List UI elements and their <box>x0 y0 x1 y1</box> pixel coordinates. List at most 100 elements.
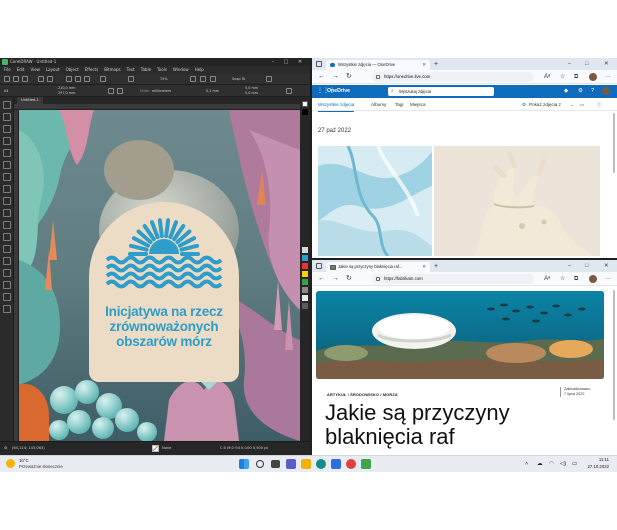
swatch-blue[interactable] <box>302 255 308 261</box>
zoom-level[interactable]: 75% <box>160 77 168 82</box>
swatch-black[interactable] <box>302 109 308 115</box>
connector-tool-icon[interactable] <box>3 233 11 241</box>
menu-layout[interactable]: Layout <box>46 66 60 74</box>
tab-article[interactable]: Jakie są przyczyny blaknięcia raf... ✕ <box>326 262 430 272</box>
chat-icon[interactable] <box>286 459 296 469</box>
battery-icon[interactable]: ▭ <box>572 460 577 468</box>
favorites-star-icon[interactable]: ☆ <box>560 274 565 284</box>
show-photos-from-dropdown[interactable]: Pokaż zdjęcia z <box>529 98 561 111</box>
publish-pdf-icon[interactable] <box>100 76 106 82</box>
snap-to-dropdown[interactable]: Snap To <box>232 77 245 82</box>
maximize-button[interactable]: □ <box>585 60 588 68</box>
import-icon[interactable] <box>75 76 81 82</box>
swatch-yellow[interactable] <box>302 271 308 277</box>
zoom-tool-icon[interactable] <box>3 137 11 145</box>
tab-all-photos[interactable]: Wszystkie zdjęcia <box>318 98 355 112</box>
new-tab-button[interactable]: + <box>434 60 438 70</box>
tab-tags[interactable]: Tagi <box>395 98 403 111</box>
swatch-white[interactable] <box>302 295 308 301</box>
pick-tool-icon[interactable] <box>3 101 11 109</box>
menu-window[interactable]: Window <box>173 66 189 74</box>
photo-search-input[interactable]: ⌕ Wyszukaj zdjęcia <box>388 87 494 96</box>
freehand-tool-icon[interactable] <box>3 149 11 157</box>
menu-table[interactable]: Table <box>141 66 151 74</box>
refresh-icon[interactable]: ↻ <box>346 72 352 82</box>
swatch-green[interactable] <box>302 279 308 285</box>
tab-onedrive[interactable]: Wszystkie zdjęcia — OneDrive ✕ <box>326 60 430 70</box>
tab-albums[interactable]: Albumy <box>371 98 386 111</box>
export-icon[interactable] <box>84 76 90 82</box>
photo-thumbnail-white-coral[interactable] <box>434 146 600 256</box>
start-windows-icon[interactable] <box>239 459 249 469</box>
swatch-light-gray[interactable] <box>302 247 308 253</box>
microsoft-store-icon[interactable] <box>331 459 341 469</box>
refresh-icon[interactable]: ↻ <box>346 274 352 284</box>
undo-icon[interactable] <box>38 76 44 82</box>
forward-arrow-icon[interactable]: → <box>332 274 339 284</box>
rectangle-tool-icon[interactable] <box>3 173 11 181</box>
show-hidden-icons-chevron-icon[interactable]: ˄ <box>525 460 528 468</box>
landscape-icon[interactable] <box>117 88 123 94</box>
drop-shadow-tool-icon[interactable] <box>3 245 11 253</box>
fill-none-icon[interactable] <box>152 445 159 452</box>
menu-effects[interactable]: Effects <box>85 66 99 74</box>
maximize-button[interactable]: □ <box>281 58 291 66</box>
clock[interactable]: 11:11 27.10.2022 <box>587 457 609 470</box>
show-grid-icon[interactable] <box>210 76 216 82</box>
close-tab-icon[interactable]: ✕ <box>422 60 426 70</box>
document-tab[interactable]: Untitled-1 <box>17 97 43 104</box>
onedrive-brand[interactable]: OneDrive <box>327 85 350 98</box>
menu-help[interactable]: Help <box>195 66 204 74</box>
volume-icon[interactable]: ◁) <box>560 460 566 468</box>
shape-tool-icon[interactable] <box>3 113 11 121</box>
chevron-down-icon[interactable]: ⌄ <box>570 98 574 111</box>
photo-thumbnail-water[interactable] <box>318 146 432 256</box>
nudge-field[interactable]: 0,1 mm <box>206 89 219 94</box>
units-dropdown[interactable]: millimeters <box>152 89 171 94</box>
premium-diamond-icon[interactable]: ◆ <box>564 88 568 95</box>
menu-view[interactable]: View <box>30 66 40 74</box>
app-launcher-icon[interactable] <box>128 76 134 82</box>
info-icon[interactable]: ⓘ <box>597 98 602 111</box>
menu-edit[interactable]: Edit <box>17 66 25 74</box>
save-icon[interactable] <box>22 76 28 82</box>
swatch-dark-gray[interactable] <box>302 303 308 309</box>
full-screen-icon[interactable] <box>190 76 196 82</box>
parallel-dimension-tool-icon[interactable] <box>3 221 11 229</box>
address-bar[interactable]: https://fabrikam.com <box>372 274 534 284</box>
show-rulers-icon[interactable] <box>200 76 206 82</box>
page-height-field[interactable]: 297,0 mm <box>58 91 75 96</box>
edge-browser-icon[interactable] <box>316 459 326 469</box>
scrollbar[interactable] <box>613 113 615 173</box>
artistic-media-tool-icon[interactable] <box>3 161 11 169</box>
view-options-icon[interactable]: ▭ <box>580 98 584 111</box>
search-icon[interactable] <box>256 460 264 468</box>
crop-tool-icon[interactable] <box>3 125 11 133</box>
file-explorer-icon[interactable] <box>301 459 311 469</box>
weather-sun-icon[interactable] <box>6 459 15 468</box>
close-button[interactable]: ✕ <box>295 58 305 66</box>
menu-file[interactable]: File <box>4 66 11 74</box>
close-window-button[interactable]: ✕ <box>604 60 609 68</box>
drawing-canvas[interactable]: Inicjatywa na rzecz zrównoważonych obsza… <box>19 110 300 441</box>
menu-text[interactable]: Text <box>127 66 135 74</box>
article-categories[interactable]: ARTYKUŁ / ŚRODOWISKO / MORZA <box>327 393 398 397</box>
help-icon[interactable]: ? <box>591 88 594 95</box>
page-size-dropdown[interactable]: A4 <box>4 89 8 94</box>
favorites-star-icon[interactable]: ☆ <box>560 72 565 82</box>
interactive-fill-tool-icon[interactable] <box>3 281 11 289</box>
collections-icon[interactable]: ⧉ <box>574 72 578 82</box>
menu-bitmaps[interactable]: Bitmaps <box>104 66 120 74</box>
weather-condition[interactable]: Przeważnie słonecznie <box>19 464 63 469</box>
coreldraw-taskbar-icon[interactable] <box>361 459 371 469</box>
menu-tools[interactable]: Tools <box>157 66 167 74</box>
maximize-button[interactable]: □ <box>585 262 588 270</box>
profile-avatar[interactable] <box>589 73 597 81</box>
address-bar[interactable]: https://onedrive.live.com <box>372 72 534 82</box>
more-menu-icon[interactable]: ··· <box>605 72 611 82</box>
duplicate-distance-y[interactable]: 5,0 mm <box>245 91 258 96</box>
settings-gear-icon[interactable]: ⚙ <box>578 88 583 95</box>
new-tab-button[interactable]: + <box>434 262 438 272</box>
transparency-tool-icon[interactable] <box>3 257 11 265</box>
tab-actions-icon[interactable] <box>316 61 322 67</box>
